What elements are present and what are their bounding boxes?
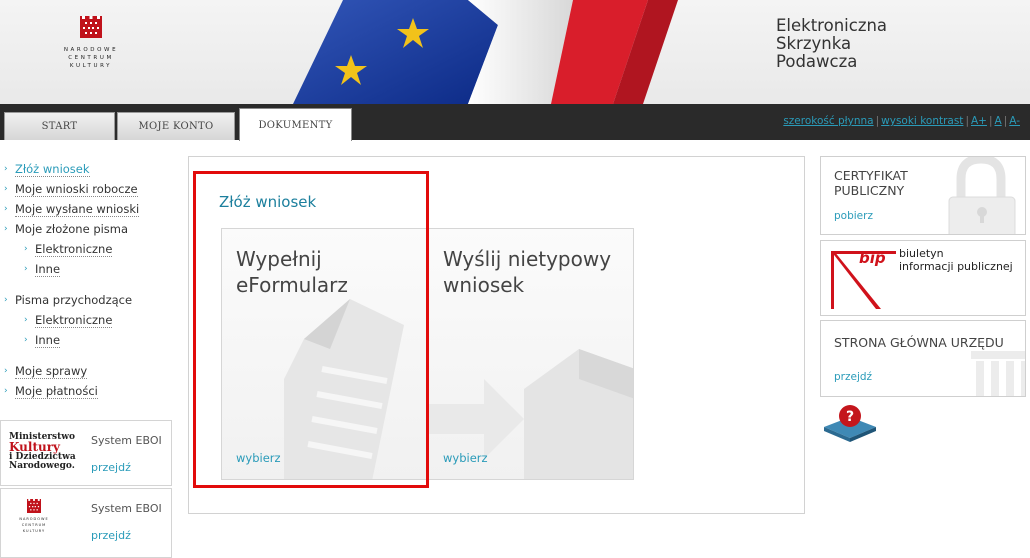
eboi-ministerstwo-box: Ministerstwo Kultury i Dziedzictwa Narod…: [0, 420, 172, 486]
sidebar-item-wyslane-wnioski[interactable]: › Moje wysłane wnioski: [4, 199, 172, 219]
nck-logo[interactable]: NARODOWE CENTRUM KULTURY: [56, 16, 126, 70]
tile-title: Wyślij nietypowy wniosek: [443, 247, 612, 297]
fluid-width-link[interactable]: szerokość płynna: [783, 115, 873, 127]
arrow-icon: ›: [4, 295, 8, 305]
bip-text: biuletyn informacji publicznej: [899, 247, 1013, 273]
arrow-icon: ›: [4, 366, 8, 376]
cert-download-link[interactable]: pobierz: [834, 210, 873, 222]
svg-text:?: ?: [846, 409, 854, 425]
nck-logo-icon: [27, 499, 41, 513]
site-title-line: Podawcza: [776, 52, 858, 71]
font-smaller-link[interactable]: A-: [1009, 115, 1020, 127]
tile-eformularz[interactable]: Wypełnij eFormularz wybierz: [221, 228, 427, 480]
site-title: Elektroniczna Skrzynka Podawcza: [776, 17, 887, 71]
tile-nietypowy-wniosek[interactable]: Wyślij nietypowy wniosek wybierz: [428, 228, 634, 480]
section-title: Złóż wniosek: [219, 193, 317, 211]
nck-logo-icon: [80, 16, 102, 38]
arrow-icon: ›: [4, 204, 8, 214]
arrow-icon: ›: [4, 386, 8, 396]
home-link[interactable]: przejdź: [834, 371, 872, 383]
arrow-icon: ›: [24, 315, 28, 325]
eboi-nck-box: NARODOWE CENTRUM KULTURY System EBOI prz…: [0, 488, 172, 558]
eboi-link[interactable]: przejdź: [91, 529, 131, 542]
sidebar-subitem-inne[interactable]: › Inne: [4, 330, 172, 350]
site-title-line: Elektroniczna: [776, 16, 888, 35]
arrow-icon: ›: [4, 164, 8, 174]
logo-text: NARODOWE CENTRUM KULTURY: [63, 47, 119, 69]
sidebar-item-moje-platnosci[interactable]: › Moje płatności: [4, 381, 172, 401]
tile-select-link[interactable]: wybierz: [236, 451, 281, 465]
arrow-icon: ›: [4, 184, 8, 194]
logo-line: Narodowego.: [9, 461, 75, 471]
font-normal-link[interactable]: A: [995, 115, 1002, 127]
sidebar-item-zloz-wniosek[interactable]: › Złóż wniosek: [4, 159, 172, 179]
eboi-title: System EBOI: [91, 502, 162, 515]
font-larger-link[interactable]: A+: [971, 115, 987, 127]
sidebar-item-zlozone-pisma[interactable]: › Moje złożone pisma: [4, 219, 172, 239]
header: NARODOWE CENTRUM KULTURY Elektroniczna S…: [0, 0, 1030, 104]
arrow-icon: ›: [4, 224, 8, 234]
arrow-icon: ›: [24, 244, 28, 254]
high-contrast-link[interactable]: wysoki kontrast: [881, 115, 963, 127]
sidebar-item-moje-sprawy[interactable]: › Moje sprawy: [4, 361, 172, 381]
tab-start[interactable]: START: [4, 112, 115, 140]
bip-word: bip: [859, 249, 886, 267]
strona-glowna-box[interactable]: STRONA GŁÓWNA URZĘDU przejdź: [820, 320, 1026, 397]
eboi-link[interactable]: przejdź: [91, 461, 131, 474]
bip-box[interactable]: bip biuletyn informacji publicznej: [820, 240, 1026, 316]
home-title: STRONA GŁÓWNA URZĘDU: [834, 335, 1004, 350]
arrow-icon: ›: [24, 335, 28, 345]
eboi-title: System EBOI: [91, 434, 162, 447]
nck-small-text: NARODOWE CENTRUM KULTURY: [19, 517, 49, 533]
sidebar-item-pisma-przychodzace[interactable]: › Pisma przychodzące: [4, 290, 172, 310]
tile-select-link[interactable]: wybierz: [443, 451, 488, 465]
sidebar: › Złóż wniosek › Moje wnioski robocze › Moj…: [4, 159, 172, 401]
tile-title: Wypełnij eFormularz: [236, 247, 348, 297]
tab-dokumenty[interactable]: DOKUMENTY: [239, 108, 352, 141]
arrow-icon: ›: [24, 264, 28, 274]
sidebar-item-wnioski-robocze[interactable]: › Moje wnioski robocze: [4, 179, 172, 199]
certyfikat-box[interactable]: CERTYFIKAT PUBLICZNY pobierz: [820, 156, 1026, 235]
sidebar-subitem-elektroniczne[interactable]: › Elektroniczne: [4, 239, 172, 259]
accessibility-links: szerokość płynna | wysoki kontrast | A+ | A | A-: [783, 115, 1020, 127]
site-title-line: Skrzynka: [776, 34, 852, 53]
sidebar-subitem-inne[interactable]: › Inne: [4, 259, 172, 279]
nck-small-logo: NARODOWE CENTRUM KULTURY: [19, 499, 49, 534]
ministerstwo-logo: Ministerstwo Kultury i Dziedzictwa Narod…: [9, 433, 76, 471]
sidebar-subitem-elektroniczne[interactable]: › Elektroniczne: [4, 310, 172, 330]
cert-title: CERTYFIKAT PUBLICZNY: [834, 168, 908, 198]
tab-moje-konto[interactable]: MOJE KONTO: [117, 112, 235, 140]
flag-banner: [293, 0, 678, 104]
building-icon: [971, 351, 1025, 396]
help-icon[interactable]: ?: [822, 402, 878, 442]
